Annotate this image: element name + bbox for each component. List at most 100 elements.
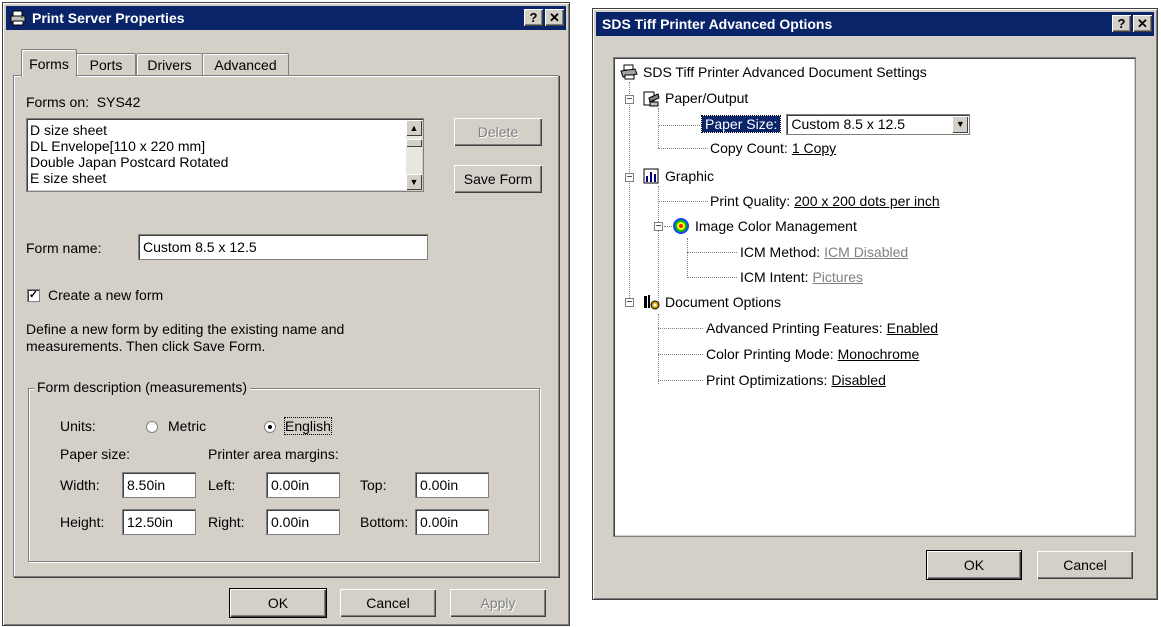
advanced-options-window: SDS Tiff Printer Advanced Options ? ✕ − … [592,8,1158,600]
print-quality-value[interactable]: 200 x 200 dots per inch [794,193,940,209]
scroll-down-icon[interactable]: ▼ [406,174,422,190]
right-margin-input[interactable]: 0.00in [266,509,340,535]
window-title: SDS Tiff Printer Advanced Options [602,16,833,32]
adv-printing-value[interactable]: Enabled [887,320,938,336]
tree-color-mode[interactable]: Color Printing Mode: Monochrome [706,344,919,364]
cancel-button[interactable]: Cancel [1037,551,1133,579]
tab-advanced[interactable]: Advanced [202,53,289,76]
tree-print-opt[interactable]: Print Optimizations: Disabled [706,370,886,390]
units-label: Units: [60,418,96,434]
forms-on-label: Forms on: SYS42 [26,94,141,110]
cancel-button[interactable]: Cancel [340,589,436,617]
tree-line [687,277,737,278]
tree-icm-intent[interactable]: ICM Intent: Pictures [740,267,863,287]
tree-paper-size[interactable]: Paper Size: Custom 8.5 x 12.5 ▼ [700,113,971,135]
chevron-down-icon[interactable]: ▼ [952,115,969,133]
collapse-paper-output-icon[interactable]: − [625,95,634,105]
metric-radio[interactable] [146,421,158,433]
width-label: Width: [60,477,100,493]
tree-icm[interactable]: Image Color Management [672,216,857,236]
ok-button[interactable]: OK [926,550,1022,580]
tree-line [629,82,630,300]
list-item[interactable]: Double Japan Postcard Rotated [27,154,423,170]
color-wheel-icon [673,218,689,234]
ok-button[interactable]: OK [229,588,327,618]
color-mode-value[interactable]: Monochrome [838,346,920,362]
forms-listbox[interactable]: D size sheet DL Envelope[110 x 220 mm] D… [26,118,424,192]
tab-panel-forms: Forms on: SYS42 D size sheet DL Envelope… [13,75,559,577]
collapse-graphic-icon[interactable]: − [625,173,634,183]
height-input[interactable]: 12.50in [122,509,196,535]
list-scrollbar[interactable]: ▲ ▼ [406,120,422,190]
tree-paper-output[interactable]: Paper/Output [642,88,748,108]
icm-intent-value[interactable]: Pictures [812,269,863,285]
form-name-input[interactable]: Custom 8.5 x 12.5 [138,234,428,260]
save-form-button[interactable]: Save Form [454,165,542,193]
copy-count-value[interactable]: 1 Copy [792,140,836,156]
english-radio[interactable] [264,421,276,433]
tree-line [658,186,659,306]
printer-margins-label: Printer area margins: [208,446,339,462]
width-input[interactable]: 8.50in [122,472,196,498]
right-margin-label: Right: [208,514,245,530]
left-margin-label: Left: [208,477,236,493]
title-bar[interactable]: Print Server Properties ? ✕ [6,6,566,30]
close-button[interactable]: ✕ [545,9,564,26]
paper-size-label: Paper size: [60,446,131,462]
tree-line [658,148,708,149]
tree-print-quality[interactable]: Print Quality: 200 x 200 dots per inch [710,191,940,211]
group-title: Form description (measurements) [34,379,251,395]
list-item[interactable]: E size sheet [27,170,423,186]
paper-size-label: Paper Size: [700,115,782,133]
tree-line [658,314,659,384]
create-new-form-checkbox[interactable]: ✓ [27,289,40,302]
list-item[interactable]: DL Envelope[110 x 220 mm] [27,138,423,154]
tree-root[interactable]: SDS Tiff Printer Advanced Document Setti… [620,62,927,82]
list-item[interactable]: D size sheet [27,122,423,138]
apply-button[interactable]: Apply [450,589,546,617]
printer-icon [10,10,26,26]
help-button[interactable]: ? [1112,15,1131,32]
metric-label[interactable]: Metric [168,418,206,434]
height-label: Height: [60,514,105,530]
tree-adv-printing[interactable]: Advanced Printing Features: Enabled [706,318,938,338]
delete-button[interactable]: Delete [454,118,542,146]
collapse-doc-options-icon[interactable]: − [625,298,634,308]
tab-drivers[interactable]: Drivers [136,53,203,76]
close-button[interactable]: ✕ [1133,15,1152,32]
document-options-icon [644,295,660,310]
left-margin-input[interactable]: 0.00in [266,472,340,498]
print-opt-value[interactable]: Disabled [831,372,885,388]
window-title: Print Server Properties [32,10,185,26]
tree-line [658,380,703,381]
forms-on-server: SYS42 [96,94,141,110]
instructions-line1: Define a new form by editing the existin… [26,321,345,337]
settings-tree[interactable]: − − − − SDS Tiff Printer Advanced Docume… [613,57,1136,537]
tree-line [658,201,708,202]
tab-forms[interactable]: Forms [21,49,77,77]
tree-copy-count[interactable]: Copy Count: 1 Copy [710,138,836,158]
english-label[interactable]: English [284,417,332,435]
scroll-up-icon[interactable]: ▲ [406,120,422,136]
collapse-icm-icon[interactable]: − [654,222,663,232]
create-new-form-label[interactable]: Create a new form [48,287,163,303]
form-name-label: Form name: [26,240,102,256]
icm-method-value[interactable]: ICM Disabled [824,244,908,260]
instructions-line2: measurements. Then click Save Form. [26,338,266,354]
tree-line [658,125,708,126]
paper-size-select[interactable]: Custom 8.5 x 12.5 ▼ [786,113,971,135]
title-bar[interactable]: SDS Tiff Printer Advanced Options ? ✕ [596,12,1154,36]
paper-output-icon [643,91,660,107]
tab-ports[interactable]: Ports [76,53,136,76]
tree-graphic[interactable]: Graphic [642,166,714,186]
help-button[interactable]: ? [524,9,543,26]
tree-doc-options[interactable]: Document Options [642,292,781,312]
tree-icm-method[interactable]: ICM Method: ICM Disabled [740,242,908,262]
graphic-chart-icon [643,168,659,184]
tree-line [658,108,659,148]
bottom-margin-input[interactable]: 0.00in [415,509,489,535]
bottom-margin-label: Bottom: [360,514,409,530]
scroll-thumb[interactable] [406,139,422,147]
tree-line [658,328,703,329]
top-margin-input[interactable]: 0.00in [415,472,489,498]
